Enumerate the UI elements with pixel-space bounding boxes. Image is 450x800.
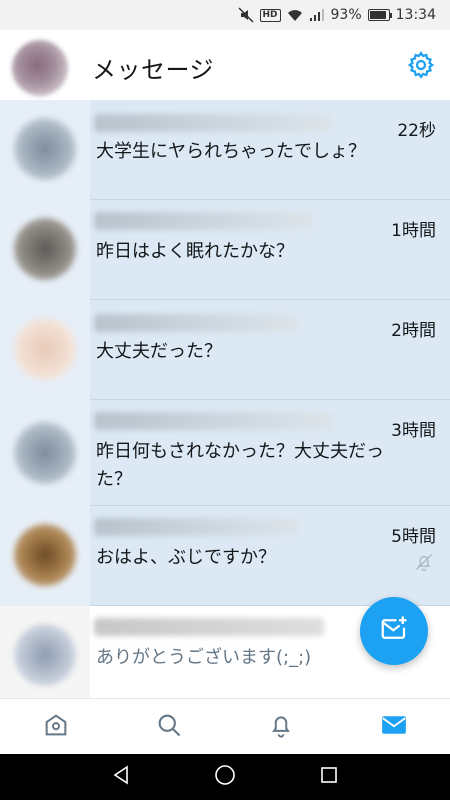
sender-name-blurred: [94, 412, 334, 430]
avatar: [14, 422, 76, 484]
message-preview: 昨日何もされなかった？大丈夫だった？: [96, 441, 384, 490]
battery-percent: 93%: [330, 7, 362, 23]
home-icon: [42, 711, 70, 743]
message-preview: ありがとうございます(;_;): [96, 647, 312, 668]
battery-icon: [367, 9, 392, 21]
page-title: メッセージ: [92, 56, 215, 84]
mute-status-icon: [237, 7, 254, 23]
tab-search[interactable]: [113, 699, 226, 754]
sender-name-blurred: [94, 314, 299, 332]
avatar: [14, 218, 76, 280]
notifications-icon: [267, 711, 295, 743]
conversation-row[interactable]: 2時間 大丈夫だった？: [0, 300, 450, 400]
sender-name-blurred: [94, 518, 299, 536]
message-preview: おはよ、ぶじですか？: [96, 547, 276, 568]
app-header: メッセージ: [0, 30, 450, 100]
conversation-row[interactable]: 3時間 昨日何もされなかった？大丈夫だった？: [0, 400, 450, 506]
message-time: 22秒: [397, 121, 436, 141]
home-circle-icon[interactable]: [213, 763, 237, 791]
profile-avatar[interactable]: [12, 40, 68, 96]
conversation-row[interactable]: 22秒 大学生にヤられちゃったでしょ？: [0, 100, 450, 200]
avatar: [14, 624, 76, 686]
clock: 13:34: [395, 7, 436, 23]
tab-messages[interactable]: [338, 699, 450, 754]
bell-off-icon: [414, 552, 434, 572]
message-preview: 昨日はよく眠れたかな？: [96, 241, 294, 262]
messages-icon: [379, 710, 409, 744]
avatar: [14, 318, 76, 380]
back-icon[interactable]: [110, 764, 132, 790]
system-nav-bar: [0, 754, 450, 800]
sender-name-blurred: [94, 618, 324, 636]
recents-icon[interactable]: [318, 764, 340, 790]
new-message-icon: [379, 614, 409, 648]
avatar: [14, 524, 76, 586]
sender-name-blurred: [94, 114, 334, 132]
tab-home[interactable]: [0, 699, 113, 754]
status-bar: HD 93% 13:34: [0, 0, 450, 30]
message-preview: 大学生にヤられちゃったでしょ？: [96, 141, 366, 162]
compose-button[interactable]: [360, 597, 428, 665]
sender-name-blurred: [94, 212, 314, 230]
search-icon: [155, 711, 183, 743]
avatar: [14, 118, 76, 180]
signal-icon: [309, 8, 325, 22]
conversation-row[interactable]: 1時間 昨日はよく眠れたかな？: [0, 200, 450, 300]
message-preview: 大丈夫だった？: [96, 341, 222, 362]
tab-notifications[interactable]: [225, 699, 338, 754]
conversation-row[interactable]: 5時間 おはよ、ぶじですか？: [0, 506, 450, 606]
wifi-icon: [287, 8, 303, 22]
gear-icon[interactable]: [406, 50, 436, 80]
hd-badge: HD: [259, 8, 281, 22]
bottom-tab-bar: [0, 698, 450, 754]
